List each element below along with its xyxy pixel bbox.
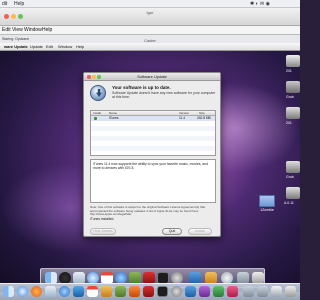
- safari-icon[interactable]: [17, 286, 28, 297]
- installed-check-icon: [94, 117, 97, 120]
- photos-icon[interactable]: [115, 286, 126, 297]
- hard-drive-icon[interactable]: [286, 55, 300, 67]
- software-update-icon: [90, 85, 106, 101]
- desktop-label: A.0.11: [284, 201, 294, 205]
- documents-icon[interactable]: [257, 286, 268, 297]
- install-button[interactable]: Install: [188, 228, 212, 235]
- host-menubar: dit Help ✱ ◐ ✉ ◉: [0, 0, 300, 8]
- folder-icon[interactable]: [271, 286, 282, 297]
- updates-table: Install Name Version Size iTunes 11.4 24…: [90, 110, 216, 156]
- install-status: iTunes installed.: [90, 217, 115, 221]
- software-update-dialog: Software Update Your software is up to d…: [83, 72, 221, 237]
- disk-image-icon[interactable]: [286, 107, 300, 119]
- desktop-label: 201: [286, 69, 292, 73]
- desktop-label: Grub: [286, 175, 294, 179]
- trash-icon[interactable]: [285, 286, 296, 297]
- vm-menu-edit[interactable]: Edit: [2, 26, 11, 35]
- downloads-icon[interactable]: [243, 286, 254, 297]
- dialog-body: Software Update doesn't have any new sof…: [112, 91, 216, 100]
- guest-menu-app[interactable]: ware Update: [4, 43, 28, 51]
- terminal-icon[interactable]: [157, 286, 168, 297]
- update-description: iTunes 11.4 now supports the ability to …: [90, 159, 216, 203]
- desktop-folder-label: 1Zombie: [260, 208, 274, 212]
- guest-menu-edit[interactable]: Edit: [46, 43, 53, 51]
- filezilla-icon[interactable]: [143, 286, 154, 297]
- dialog-title: Software Update: [137, 74, 167, 79]
- itunes-icon[interactable]: [59, 286, 70, 297]
- app-icon[interactable]: [185, 286, 196, 297]
- settings-icon[interactable]: [171, 286, 182, 297]
- license-note: Note: Use of this software is subject to…: [90, 205, 206, 217]
- finder-icon[interactable]: [3, 286, 14, 297]
- firefox-icon[interactable]: [31, 286, 42, 297]
- dialog-heading: Your software is up to date.: [112, 85, 171, 90]
- vlc-icon[interactable]: [129, 286, 140, 297]
- dialog-titlebar: Software Update: [84, 73, 220, 81]
- disk-image-icon[interactable]: [286, 187, 300, 199]
- vm-title: Igor: [146, 10, 154, 15]
- disk-image-icon[interactable]: [286, 81, 300, 93]
- app-icon[interactable]: [199, 286, 210, 297]
- vm-titlebar: Igor: [0, 8, 300, 26]
- hide-details-button[interactable]: Hide Details: [90, 228, 116, 235]
- guest-menu-window[interactable]: Window: [58, 43, 72, 51]
- guest-menu-help[interactable]: Help: [76, 43, 84, 51]
- download-arrow-icon: [96, 89, 102, 97]
- vm-menu-view[interactable]: View: [12, 26, 23, 35]
- notes-icon[interactable]: [101, 286, 112, 297]
- host-dock: [0, 283, 300, 300]
- app-icon[interactable]: [213, 286, 224, 297]
- desktop-label: Grub: [286, 95, 294, 99]
- table-empty-rows: [91, 121, 215, 155]
- mail-icon[interactable]: [45, 286, 56, 297]
- desktop-label: 201: [286, 121, 292, 125]
- guest-menubar: ware Update Update Edit Window Help: [0, 43, 300, 51]
- quit-button[interactable]: Quit: [162, 228, 182, 235]
- vm-menu-window[interactable]: Window: [24, 26, 42, 35]
- folder-icon: [259, 195, 275, 207]
- guest-desktop: ware Update Update Edit Window Help 201 …: [0, 43, 300, 292]
- app-icon[interactable]: [227, 286, 238, 297]
- disk-image-icon[interactable]: [286, 161, 300, 173]
- host-menu-help[interactable]: Help: [14, 0, 24, 8]
- desktop-folder[interactable]: 1Zombie: [256, 195, 278, 212]
- host-status-icons: ✱ ◐ ✉ ◉: [250, 1, 270, 7]
- calendar-icon[interactable]: [87, 286, 98, 297]
- guest-menu-update[interactable]: Update: [30, 43, 43, 51]
- app-store-icon[interactable]: [73, 286, 84, 297]
- host-menu-edit[interactable]: dit: [2, 0, 7, 8]
- vm-menu-help[interactable]: Help: [42, 26, 52, 35]
- vm-menubar: Edit View Window Help: [0, 26, 300, 35]
